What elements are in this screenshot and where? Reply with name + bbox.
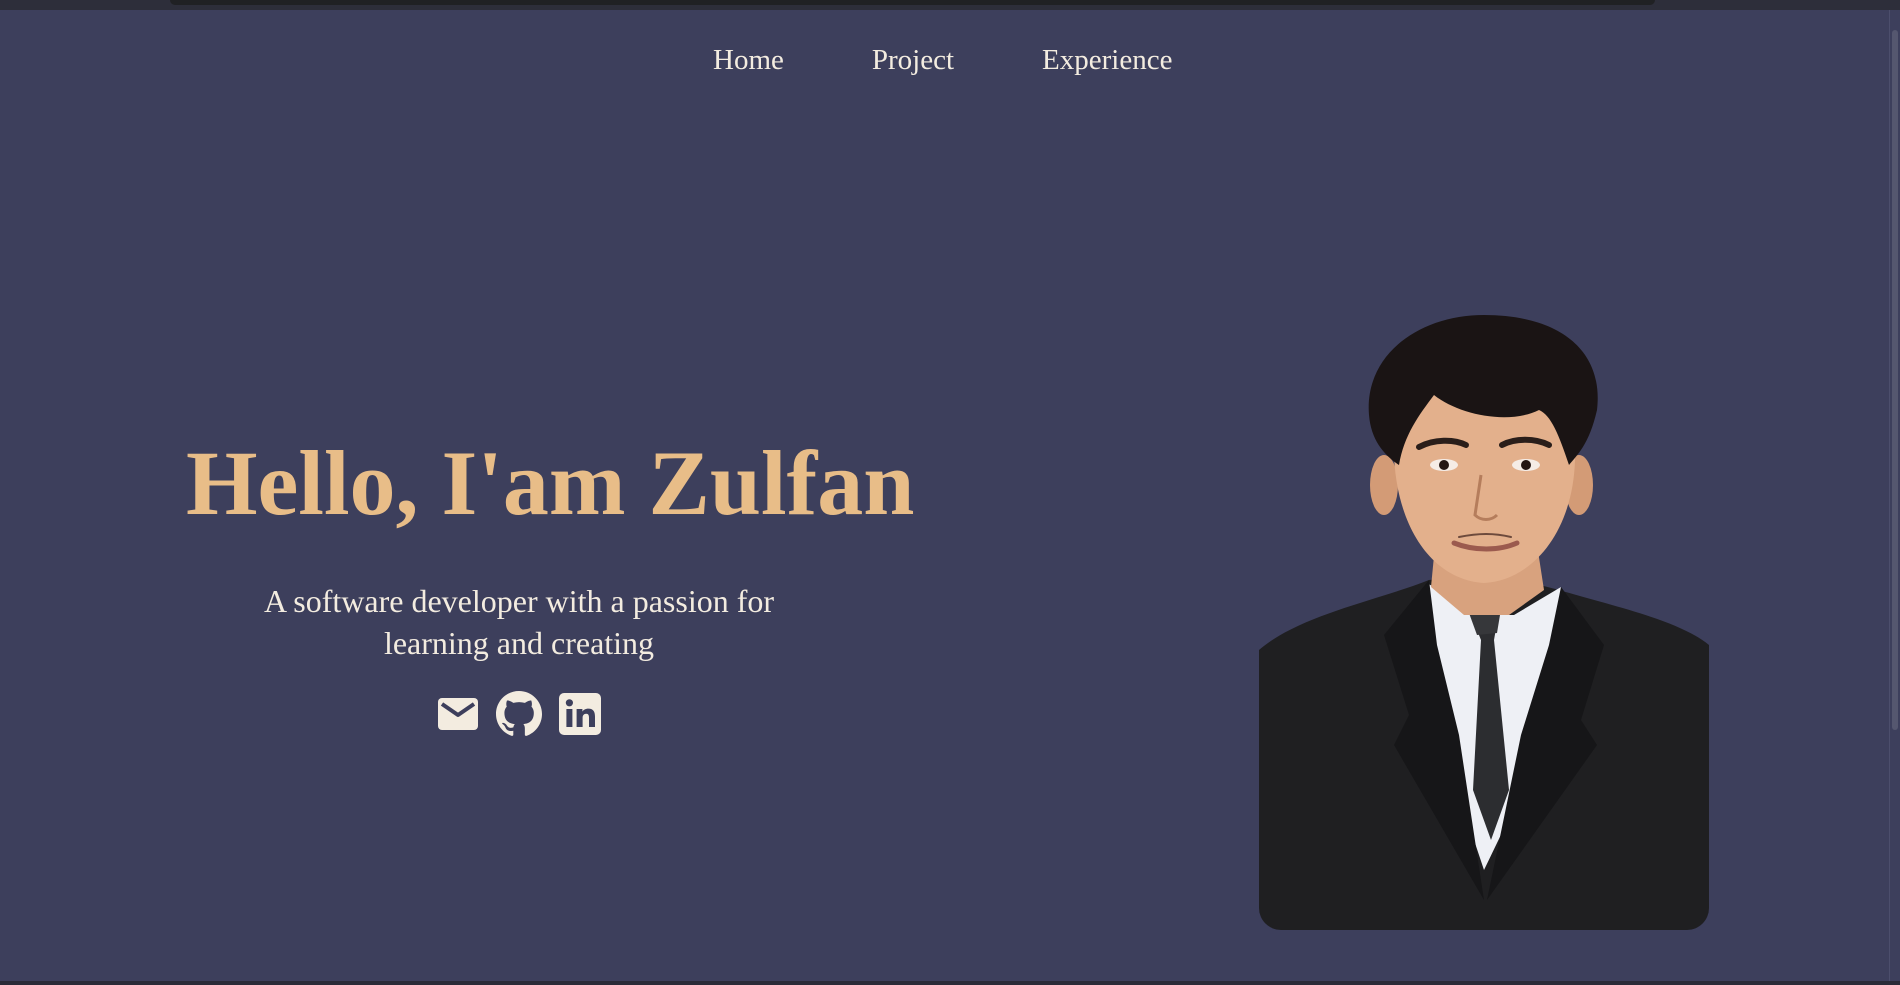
browser-top-bar bbox=[0, 0, 1900, 10]
hero-subtitle-line-1: A software developer with a passion for bbox=[263, 583, 775, 619]
github-icon bbox=[496, 691, 542, 736]
scrollbar-thumb[interactable] bbox=[1892, 30, 1898, 730]
nav-experience-link[interactable]: Experience bbox=[1042, 43, 1172, 77]
hero-title: Hello, I'am Zulfan bbox=[186, 432, 915, 534]
page-scrollbar[interactable] bbox=[1889, 10, 1900, 985]
mail-icon bbox=[438, 698, 478, 730]
browser-tab-strip bbox=[170, 0, 1655, 5]
social-links bbox=[434, 690, 604, 738]
bottom-edge bbox=[0, 981, 1900, 985]
portfolio-page: Home Project Experience Hello, I'am Zulf… bbox=[0, 10, 1890, 985]
linkedin-icon bbox=[559, 693, 601, 735]
hero-subtitle-line-2: learning and creating bbox=[383, 625, 655, 661]
profile-photo bbox=[1259, 315, 1709, 930]
linkedin-link[interactable] bbox=[556, 690, 604, 738]
hero-subtitle: A software developer with a passion for … bbox=[190, 580, 848, 664]
nav-project-link[interactable]: Project bbox=[872, 43, 954, 77]
portrait-image bbox=[1259, 315, 1709, 930]
github-link[interactable] bbox=[495, 690, 543, 738]
nav-home-link[interactable]: Home bbox=[713, 43, 784, 77]
email-link[interactable] bbox=[434, 690, 482, 738]
